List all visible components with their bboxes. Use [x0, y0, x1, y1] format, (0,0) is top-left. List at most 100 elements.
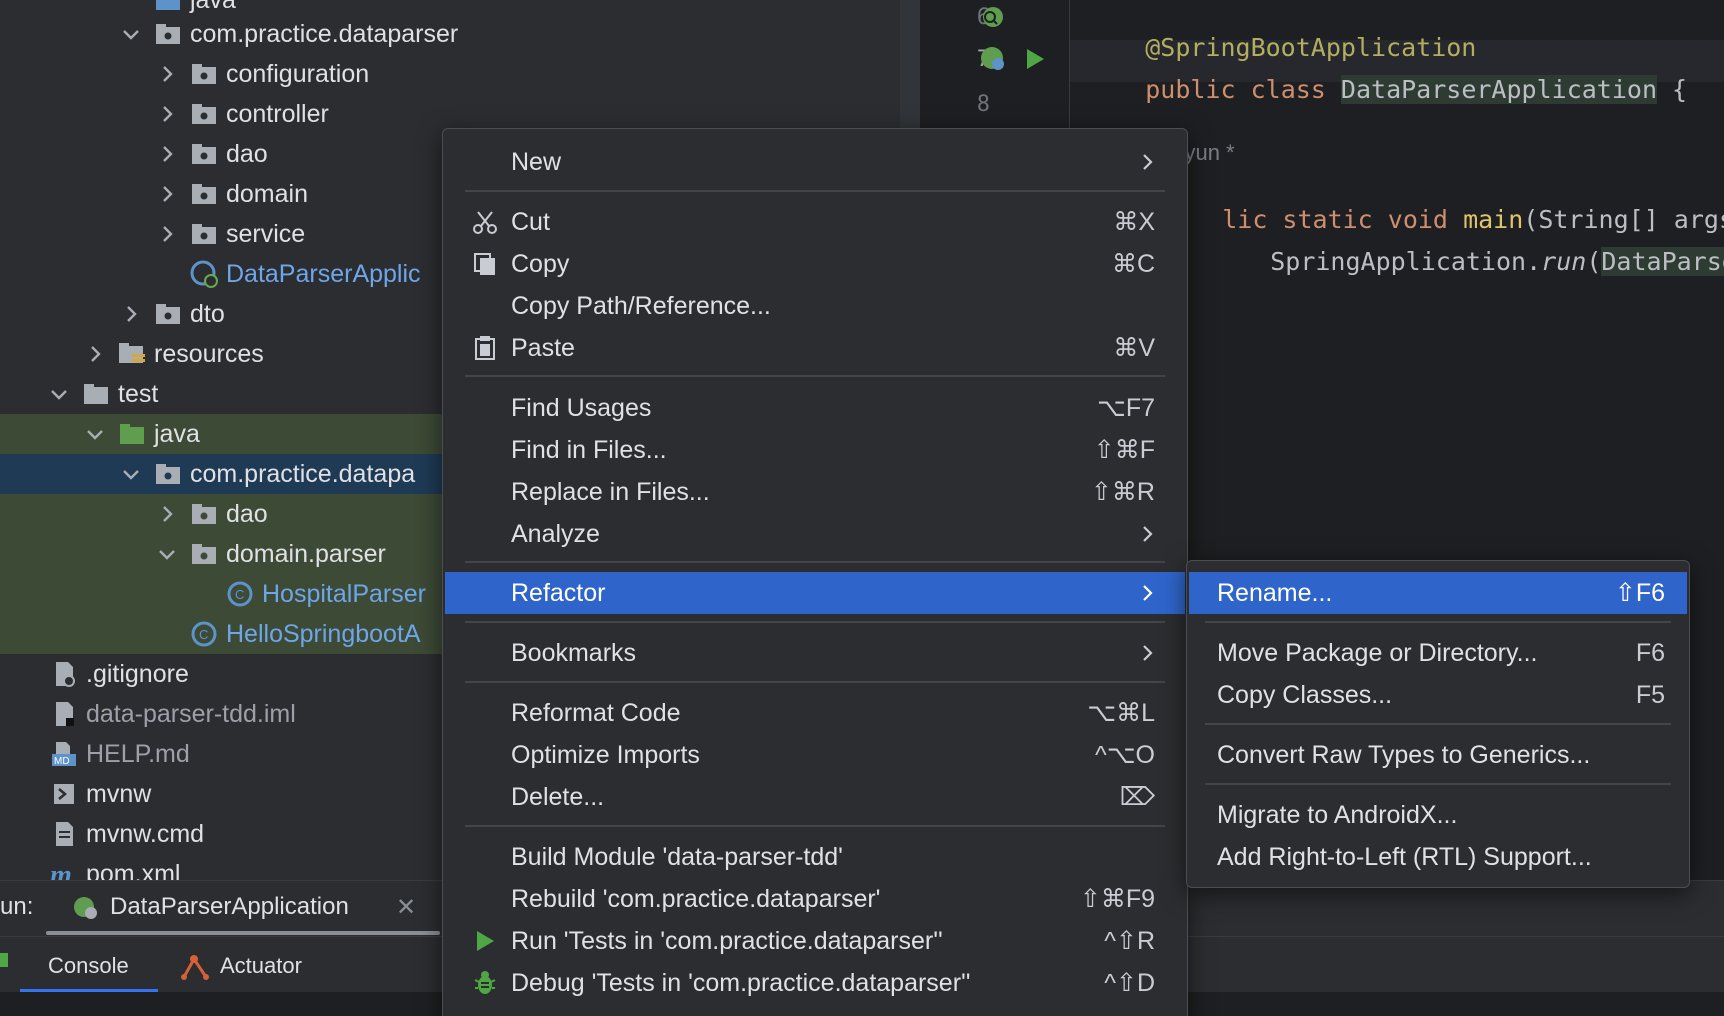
menu-item-find-usages[interactable]: Find Usages ⌥F7: [445, 387, 1185, 429]
menu-item-cut[interactable]: Cut ⌘X: [445, 201, 1185, 243]
tree-label: dto: [190, 299, 225, 328]
chevron-down-icon[interactable]: [120, 463, 142, 485]
submenu-item-copy-classes[interactable]: Copy Classes... F5: [1189, 674, 1687, 716]
menu-item-label: Copy Classes...: [1217, 680, 1393, 709]
package-icon: [154, 20, 182, 48]
menu-item-build-module[interactable]: Build Module 'data-parser-tdd': [445, 836, 1185, 878]
menu-separator: [465, 190, 1165, 192]
menu-item-copy[interactable]: Copy ⌘C: [445, 243, 1185, 285]
menu-item-label: Optimize Imports: [511, 740, 700, 769]
spring-boot-class-icon: [190, 260, 218, 288]
shortcut-label: ^⇧R: [1104, 927, 1155, 955]
menu-item-optimize-imports[interactable]: Optimize Imports ^⌥O: [445, 734, 1185, 776]
package-icon: [190, 140, 218, 168]
menu-item-bookmarks[interactable]: Bookmarks: [445, 632, 1185, 674]
menu-item-delete[interactable]: Delete... ⌦: [445, 776, 1185, 818]
menu-item-label: Refactor: [511, 578, 606, 607]
delete-key-icon: ⌦: [1119, 783, 1155, 811]
spring-bean-icon[interactable]: [978, 44, 1008, 78]
actuator-icon: [180, 951, 212, 987]
svg-text:C: C: [235, 587, 244, 602]
shortcut-label: ⌘V: [1113, 334, 1155, 362]
menu-item-label: Analyze: [511, 519, 600, 548]
close-icon[interactable]: ✕: [396, 893, 416, 922]
context-menu: New Cut ⌘X Copy ⌘C Copy Path/Reference..…: [442, 128, 1188, 1016]
menu-separator: [465, 681, 1165, 683]
package-icon: [190, 220, 218, 248]
tree-label: mvnw: [86, 779, 152, 808]
class-icon: C: [226, 580, 254, 608]
refactor-submenu: Rename... ⇧F6 Move Package or Directory.…: [1186, 560, 1690, 888]
tree-row[interactable]: configuration: [0, 54, 900, 94]
copy-icon: [471, 250, 499, 278]
tab-console[interactable]: Console: [48, 953, 129, 979]
method-call: run: [1541, 247, 1587, 276]
rerun-icon[interactable]: [0, 953, 8, 967]
menu-item-rebuild[interactable]: Rebuild 'com.practice.dataparser' ⇧⌘F9: [445, 878, 1185, 920]
chevron-right-icon[interactable]: [156, 503, 178, 525]
menu-item-label: Reformat Code: [511, 698, 681, 727]
chevron-down-icon[interactable]: [120, 23, 142, 45]
tree-label: dao: [226, 139, 268, 168]
shortcut-label: ⌘X: [1113, 208, 1155, 236]
chevron-right-icon[interactable]: [156, 103, 178, 125]
chevron-down-icon[interactable]: [48, 383, 70, 405]
submenu-item-convert-raw-types[interactable]: Convert Raw Types to Generics...: [1189, 734, 1687, 776]
chevron-right-icon[interactable]: [156, 143, 178, 165]
tree-label: java: [190, 0, 236, 15]
menu-separator: [1205, 783, 1671, 785]
chevron-down-icon[interactable]: [156, 543, 178, 565]
menu-separator: [1205, 621, 1671, 623]
tab-actuator[interactable]: Actuator: [220, 953, 302, 979]
submenu-item-migrate-androidx[interactable]: Migrate to AndroidX...: [1189, 794, 1687, 836]
chevron-right-icon: [1143, 154, 1153, 170]
submenu-item-move-package[interactable]: Move Package or Directory... F6: [1189, 632, 1687, 674]
svg-text:m: m: [50, 860, 72, 880]
chevron-right-icon[interactable]: [156, 183, 178, 205]
menu-item-label: Rename...: [1217, 578, 1333, 607]
menu-item-label: Find Usages: [511, 393, 652, 422]
code-text: (: [1586, 247, 1602, 276]
brace: {: [1657, 75, 1688, 104]
menu-item-label: Add Right-to-Left (RTL) Support...: [1217, 842, 1592, 871]
menu-item-copy-path[interactable]: Copy Path/Reference...: [445, 285, 1185, 327]
bean-search-icon[interactable]: [978, 4, 1006, 36]
chevron-right-icon[interactable]: [156, 63, 178, 85]
code-text: DataParserA: [1601, 247, 1724, 276]
run-gutter-icon[interactable]: [1024, 47, 1046, 75]
run-config-tab[interactable]: DataParserApplication: [110, 893, 349, 921]
shortcut-label: ⇧⌘F9: [1079, 885, 1155, 913]
menu-item-debug-tests[interactable]: Debug 'Tests in 'com.practice.dataparser…: [445, 962, 1185, 1004]
menu-item-run-tests[interactable]: Run 'Tests in 'com.practice.dataparser''…: [445, 920, 1185, 962]
menu-item-label: Build Module 'data-parser-tdd': [511, 842, 843, 871]
tree-label: resources: [154, 339, 264, 368]
tree-label: com.practice.datapa: [190, 459, 416, 488]
menu-item-label: Find in Files...: [511, 435, 667, 464]
submenu-item-rename[interactable]: Rename... ⇧F6: [1189, 572, 1687, 614]
markdown-file-icon: MD: [50, 740, 78, 768]
chevron-right-icon[interactable]: [84, 343, 106, 365]
code-line-11: SpringApplication.run(DataParserA: [1210, 218, 1724, 305]
chevron-right-icon[interactable]: [156, 223, 178, 245]
submenu-item-rtl-support[interactable]: Add Right-to-Left (RTL) Support...: [1189, 836, 1687, 878]
tree-label: java: [154, 419, 200, 448]
shortcut-label: ^⇧D: [1104, 969, 1155, 997]
chevron-right-icon[interactable]: [120, 303, 142, 325]
menu-item-paste[interactable]: Paste ⌘V: [445, 327, 1185, 369]
menu-separator: [465, 561, 1165, 563]
menu-item-label: Cut: [511, 207, 550, 236]
menu-item-replace-in-files[interactable]: Replace in Files... ⇧⌘R: [445, 471, 1185, 513]
menu-item-label: Convert Raw Types to Generics...: [1217, 740, 1591, 769]
menu-item-analyze[interactable]: Analyze: [445, 513, 1185, 555]
menu-item-refactor[interactable]: Refactor: [445, 572, 1185, 614]
maven-icon: m: [50, 860, 78, 880]
chevron-down-icon[interactable]: [84, 423, 106, 445]
menu-item-new[interactable]: New: [445, 141, 1185, 183]
tree-row[interactable]: com.practice.dataparser: [0, 14, 900, 54]
run-label: un:: [0, 893, 34, 920]
folder-icon: [82, 380, 110, 408]
menu-item-reformat-code[interactable]: Reformat Code ⌥⌘L: [445, 692, 1185, 734]
menu-item-find-in-files[interactable]: Find in Files... ⇧⌘F: [445, 429, 1185, 471]
menu-item-label: Paste: [511, 333, 575, 362]
menu-separator: [465, 621, 1165, 623]
